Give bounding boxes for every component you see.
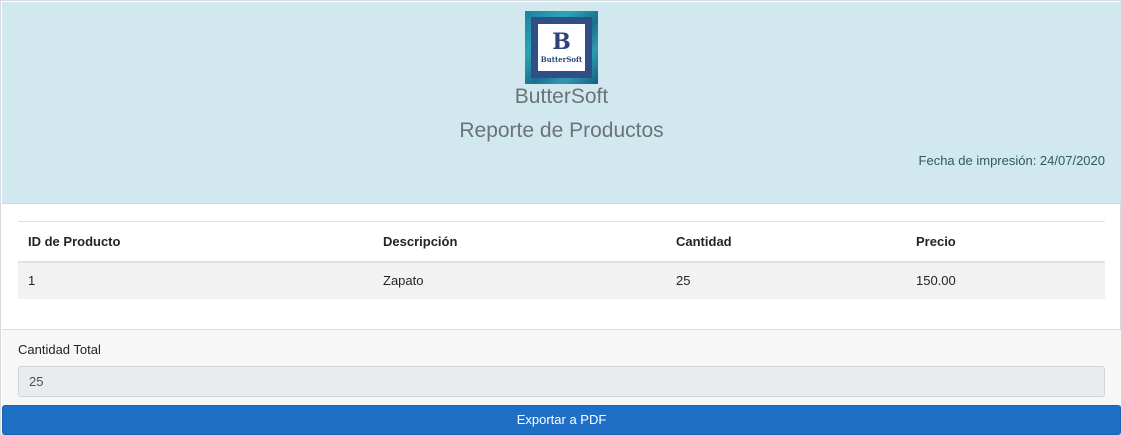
company-name: ButterSoft bbox=[514, 85, 609, 108]
print-date: Fecha de impresión: 24/07/2020 bbox=[918, 153, 1105, 168]
report-card: B ButterSoft ButterSoft Reporte de Produ… bbox=[0, 0, 1121, 435]
column-header-id: ID de Producto bbox=[28, 233, 121, 249]
total-quantity-label: Cantidad Total bbox=[18, 342, 101, 357]
logo-letter: B bbox=[552, 29, 571, 55]
products-table-container: ID de Producto Descripción Cantidad Prec… bbox=[18, 221, 1105, 299]
export-pdf-button[interactable]: Exportar a PDF bbox=[2, 405, 1121, 435]
report-header: B ButterSoft ButterSoft Reporte de Produ… bbox=[2, 2, 1121, 204]
report-footer: Cantidad Total bbox=[2, 329, 1121, 405]
table-row: 1 Zapato 25 150.00 bbox=[18, 261, 1105, 299]
company-logo: B ButterSoft bbox=[525, 11, 598, 84]
column-header-description: Descripción bbox=[383, 233, 458, 249]
total-quantity-field[interactable] bbox=[18, 366, 1105, 397]
cell-description: Zapato bbox=[373, 261, 666, 299]
column-header-price: Precio bbox=[916, 233, 956, 249]
cell-price: 150.00 bbox=[906, 261, 1105, 299]
cell-quantity: 25 bbox=[666, 261, 906, 299]
table-header-row: ID de Producto Descripción Cantidad Prec… bbox=[18, 221, 1105, 262]
products-table: ID de Producto Descripción Cantidad Prec… bbox=[18, 221, 1105, 299]
logo-name: ButterSoft bbox=[540, 55, 583, 64]
cell-id: 1 bbox=[18, 261, 373, 299]
column-header-quantity: Cantidad bbox=[676, 233, 732, 249]
report-title: Reporte de Productos bbox=[459, 119, 664, 142]
